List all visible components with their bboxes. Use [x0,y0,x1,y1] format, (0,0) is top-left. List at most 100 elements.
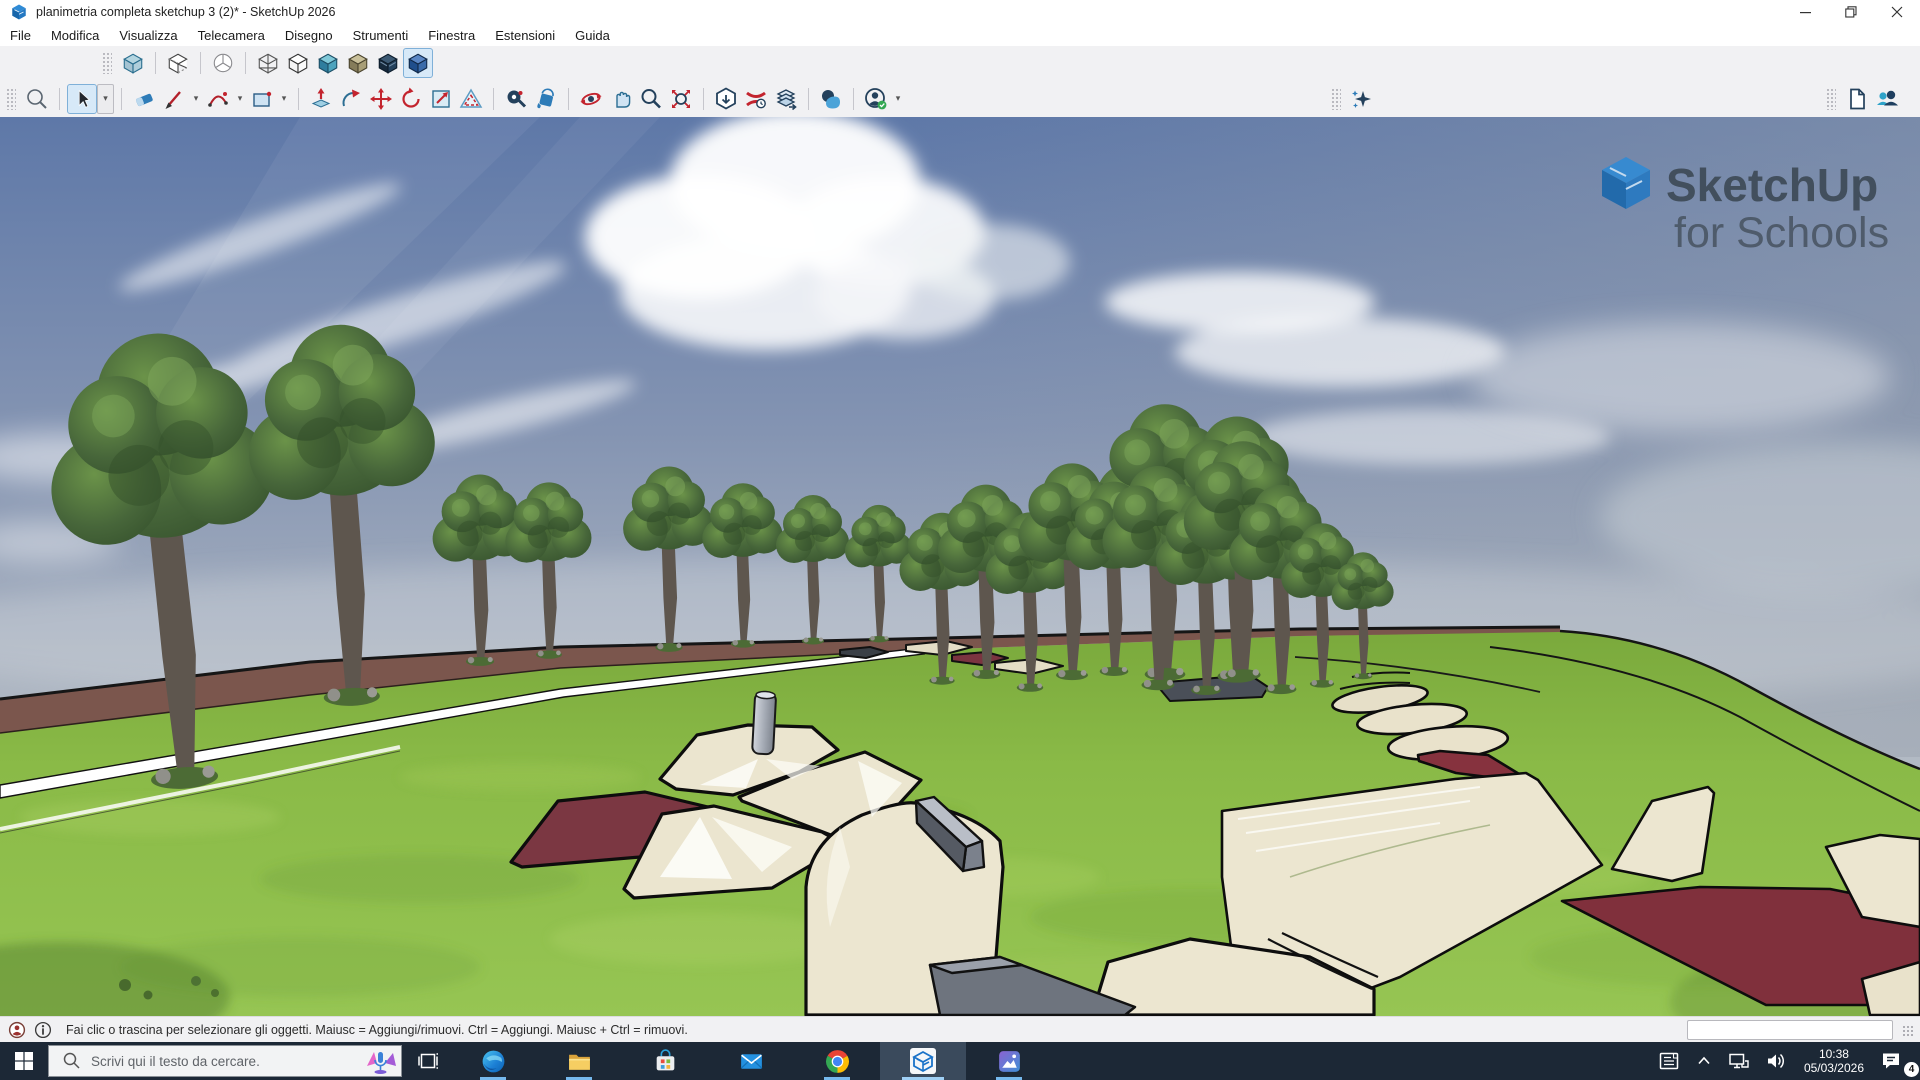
select-tool-icon[interactable] [67,84,97,114]
search-highlights-icon[interactable] [363,1046,397,1076]
shaded-with-textures-style-icon[interactable] [343,48,373,78]
arc-tool-icon[interactable] [203,84,233,114]
window-title: planimetria completa sketchup 3 (2)* - S… [36,5,335,19]
monolith-pillar [752,691,776,755]
status-bar: Fai clic o trascina per selezionare gli … [0,1016,1920,1043]
offset-tool-icon[interactable] [456,84,486,114]
tape-measure-icon[interactable] [501,84,531,114]
taskbar-clock[interactable]: 10:38 05/03/2026 [1796,1047,1872,1075]
menu-finestra[interactable]: Finestra [418,28,485,43]
action-center-icon[interactable]: 4 [1872,1042,1920,1080]
zoom-tool-icon[interactable] [636,84,666,114]
select-dropdown-icon[interactable]: ▾ [97,84,114,114]
search-input[interactable] [89,1053,363,1070]
title-bar: planimetria completa sketchup 3 (2)* - S… [0,0,1920,25]
clock-time: 10:38 [1804,1047,1864,1061]
extension-warehouse-icon[interactable] [741,84,771,114]
rectangle-tool-icon[interactable] [247,84,277,114]
measurements-input[interactable] [1687,1020,1893,1040]
menu-bar: File Modifica Visualizza Telecamera Dise… [0,24,1920,47]
taskbar-app-sketchup[interactable] [880,1042,966,1080]
account-icon[interactable] [861,84,891,114]
toolbar-drag-handle[interactable] [102,52,112,74]
scale-tool-icon[interactable] [426,84,456,114]
svg-text:SketchUp: SketchUp [1666,159,1878,211]
paint-bucket-icon[interactable] [531,84,561,114]
wireframe-style-icon[interactable] [253,48,283,78]
shaded-style-icon[interactable] [313,48,343,78]
follow-me-icon[interactable] [336,84,366,114]
system-tray: 10:38 05/03/2026 4 [1650,1042,1920,1080]
toolbar-drag-handle[interactable] [1826,88,1836,110]
window-controls [1782,0,1920,24]
task-view-button[interactable] [406,1042,450,1080]
line-tool-icon[interactable] [159,84,189,114]
menu-visualizza[interactable]: Visualizza [109,28,187,43]
send-to-layout-icon[interactable] [771,84,801,114]
notification-badge: 4 [1904,1062,1919,1077]
ai-sparkle-icon[interactable] [1347,84,1377,114]
xray-style-icon[interactable] [118,48,148,78]
taskbar-app-microsoft-store[interactable] [622,1042,708,1080]
resize-grip[interactable] [1902,1025,1914,1037]
volume-icon[interactable] [1758,1042,1796,1080]
toolbar-drag-handle[interactable] [1331,88,1341,110]
menu-telecamera[interactable]: Telecamera [188,28,275,43]
geolocation-badge-icon[interactable] [8,1021,26,1039]
3d-warehouse-icon[interactable] [711,84,741,114]
taskbar-search[interactable] [48,1045,402,1077]
minimize-button[interactable] [1782,0,1828,24]
menu-file[interactable]: File [0,28,41,43]
hidden-line-style-icon[interactable] [283,48,313,78]
taskbar: 10:38 05/03/2026 4 [0,1042,1920,1080]
info-icon[interactable] [34,1021,52,1039]
toolbar-drag-handle[interactable] [6,88,16,110]
rectangle-dropdown-icon[interactable]: ▾ [277,84,291,114]
ai-toolbar-group [1325,84,1377,114]
menu-guida[interactable]: Guida [565,28,620,43]
sketchup-window: planimetria completa sketchup 3 (2)* - S… [0,0,1920,1080]
pan-tool-icon[interactable] [606,84,636,114]
taskbar-app-photos[interactable] [966,1042,1052,1080]
status-tip: Fai clic o trascina per selezionare gli … [66,1023,688,1037]
arc-dropdown-icon[interactable]: ▾ [233,84,247,114]
hidden-icons-chevron[interactable] [1688,1042,1720,1080]
app-logo-icon [10,3,28,21]
taskbar-app-mail[interactable] [708,1042,794,1080]
search-zoom-icon[interactable] [22,84,52,114]
account-dropdown-icon[interactable]: ▾ [891,84,905,114]
collaboration-icon[interactable] [1872,84,1902,114]
viewport-3d-scene[interactable]: SketchUp for Schools [0,117,1920,1016]
svg-text:for Schools: for Schools [1674,209,1889,257]
move-tool-icon[interactable] [366,84,396,114]
menu-estensioni[interactable]: Estensioni [485,28,565,43]
zoom-extents-icon[interactable] [666,84,696,114]
start-button[interactable] [0,1042,48,1080]
news-widget-icon[interactable] [1650,1042,1688,1080]
menu-strumenti[interactable]: Strumenti [343,28,419,43]
menu-disegno[interactable]: Disegno [275,28,343,43]
clock-date: 05/03/2026 [1804,1061,1864,1075]
shaded-active-style-icon[interactable] [403,48,433,78]
taskbar-app-edge[interactable] [450,1042,536,1080]
close-button[interactable] [1874,0,1920,24]
eraser-icon[interactable] [129,84,159,114]
back-edges-style-icon[interactable] [163,48,193,78]
restore-button[interactable] [1828,0,1874,24]
style-toolbar [0,46,1920,81]
rotate-tool-icon[interactable] [396,84,426,114]
monochrome-style-icon[interactable] [373,48,403,78]
orbit-tool-icon[interactable] [576,84,606,114]
network-icon[interactable] [1720,1042,1758,1080]
search-icon [59,1050,85,1072]
line-dropdown-icon[interactable]: ▾ [189,84,203,114]
taskbar-app-file-explorer[interactable] [536,1042,622,1080]
document-toolbar-group [1820,84,1902,114]
new-document-icon[interactable] [1842,84,1872,114]
sphere-style-icon[interactable] [208,48,238,78]
menu-modifica[interactable]: Modifica [41,28,109,43]
taskbar-app-chrome[interactable] [794,1042,880,1080]
push-pull-icon[interactable] [306,84,336,114]
main-toolbar: ▾ ▾ ▾ ▾ [0,80,1920,119]
components-icon[interactable] [816,84,846,114]
